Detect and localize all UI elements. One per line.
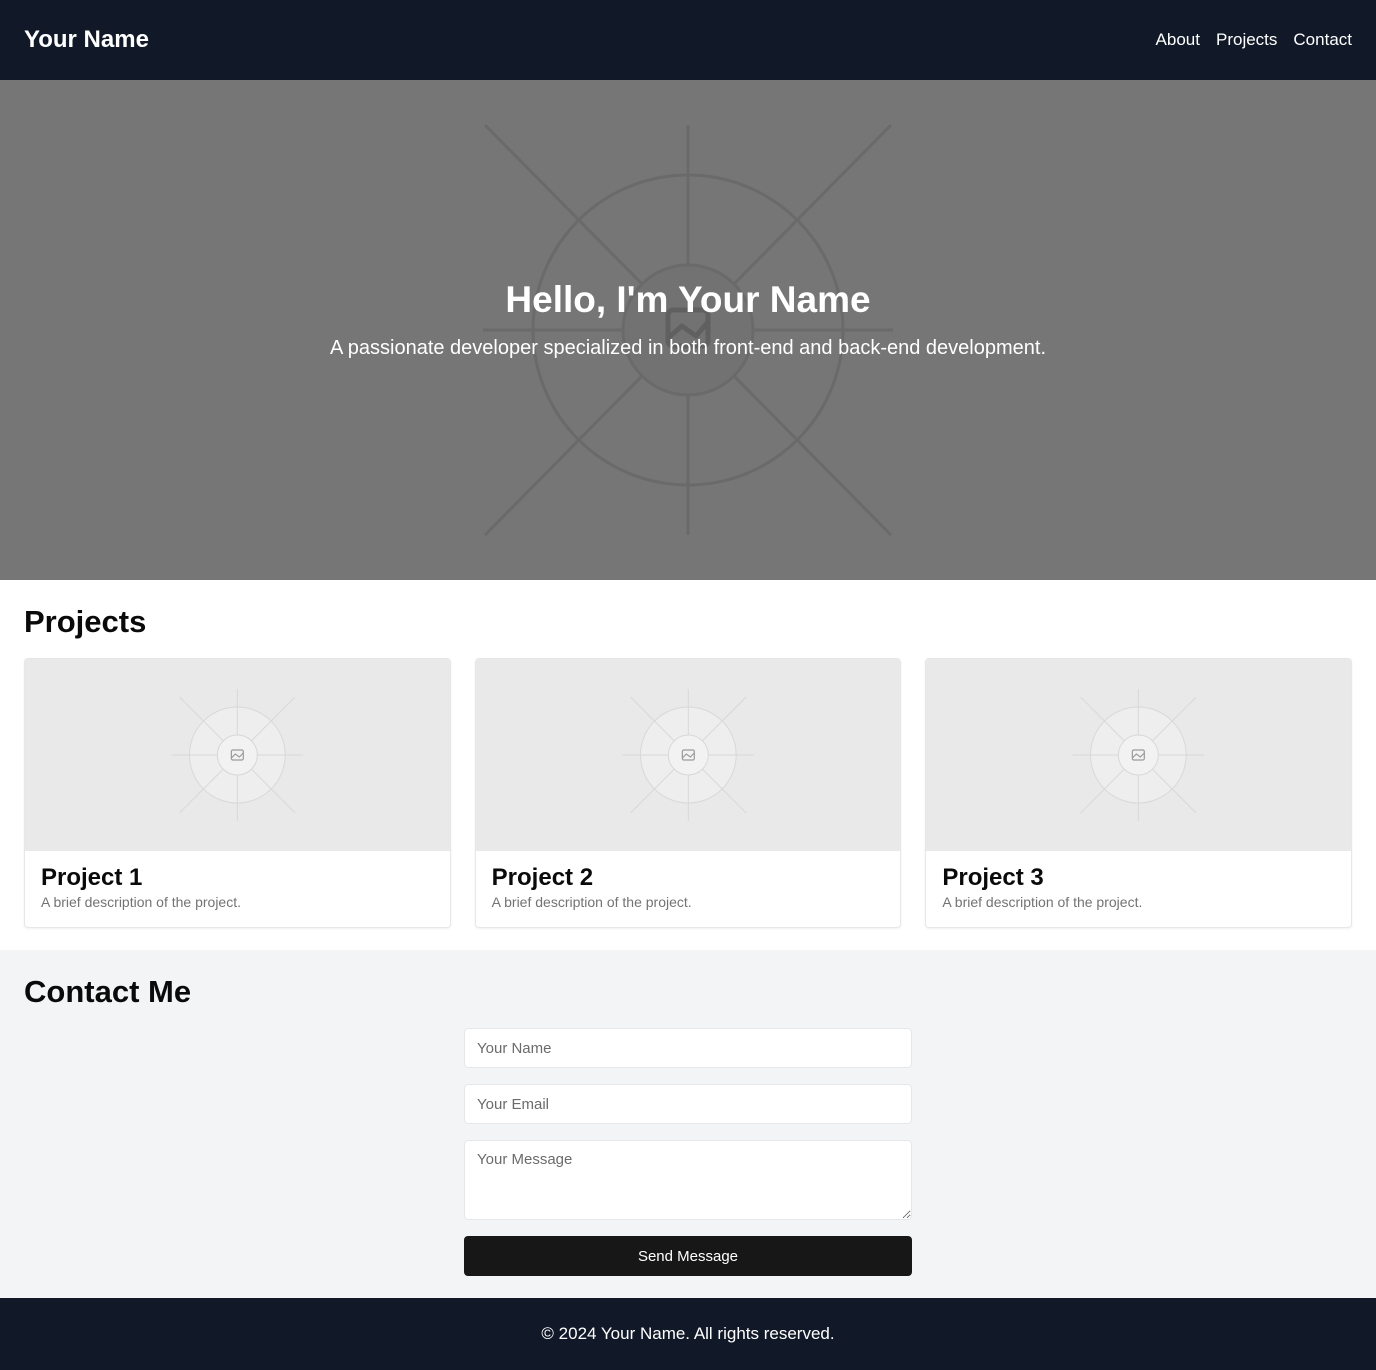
message-textarea[interactable] <box>464 1140 912 1220</box>
project-cards: Project 1 A brief description of the pro… <box>24 658 1353 928</box>
site-footer: © 2024 Your Name. All rights reserved. <box>0 1298 1376 1370</box>
brand-name[interactable]: Your Name <box>24 26 149 54</box>
project-card[interactable]: Project 1 A brief description of the pro… <box>24 658 451 928</box>
hero-content: Hello, I'm Your Name A passionate develo… <box>330 279 1046 360</box>
email-input[interactable] <box>464 1084 912 1124</box>
projects-section: Projects Project 1 A brief description o… <box>0 580 1376 950</box>
card-body: Project 3 A brief description of the pro… <box>926 851 1351 926</box>
project-image <box>25 659 450 851</box>
card-body: Project 1 A brief description of the pro… <box>25 851 450 926</box>
hero-section: Hello, I'm Your Name A passionate develo… <box>0 80 1376 580</box>
main-nav: About Projects Contact <box>1156 30 1352 50</box>
project-image <box>926 659 1352 851</box>
nav-link-projects[interactable]: Projects <box>1216 30 1277 50</box>
project-description: A brief description of the project. <box>942 894 1143 910</box>
project-description: A brief description of the project. <box>491 894 692 910</box>
project-title: Project 1 <box>41 864 143 891</box>
image-placeholder-icon <box>171 689 304 821</box>
copyright-text: © 2024 Your Name. All rights reserved. <box>541 1324 835 1343</box>
project-card[interactable]: Project 3 A brief description of the pro… <box>925 658 1353 928</box>
name-input[interactable] <box>464 1028 912 1068</box>
contact-form: Send Message <box>464 1028 912 1276</box>
project-title: Project 3 <box>942 864 1044 891</box>
contact-section: Contact Me Send Message <box>0 950 1376 1298</box>
hero-title: Hello, I'm Your Name <box>505 278 871 320</box>
project-image <box>475 659 901 851</box>
project-card[interactable]: Project 2 A brief description of the pro… <box>474 658 902 928</box>
card-body: Project 2 A brief description of the pro… <box>476 851 901 926</box>
projects-title: Projects <box>24 604 147 639</box>
nav-link-contact[interactable]: Contact <box>1293 30 1352 50</box>
image-placeholder-icon <box>1072 689 1205 821</box>
site-header: Your Name About Projects Contact <box>0 0 1376 80</box>
nav-link-about[interactable]: About <box>1156 30 1200 50</box>
send-message-button[interactable]: Send Message <box>464 1236 912 1276</box>
contact-title: Contact Me <box>24 974 192 1009</box>
project-title: Project 2 <box>491 864 594 891</box>
image-placeholder-icon <box>622 689 754 821</box>
hero-subtitle: A passionate developer specialized in bo… <box>329 336 1047 359</box>
project-description: A brief description of the project. <box>41 894 241 910</box>
